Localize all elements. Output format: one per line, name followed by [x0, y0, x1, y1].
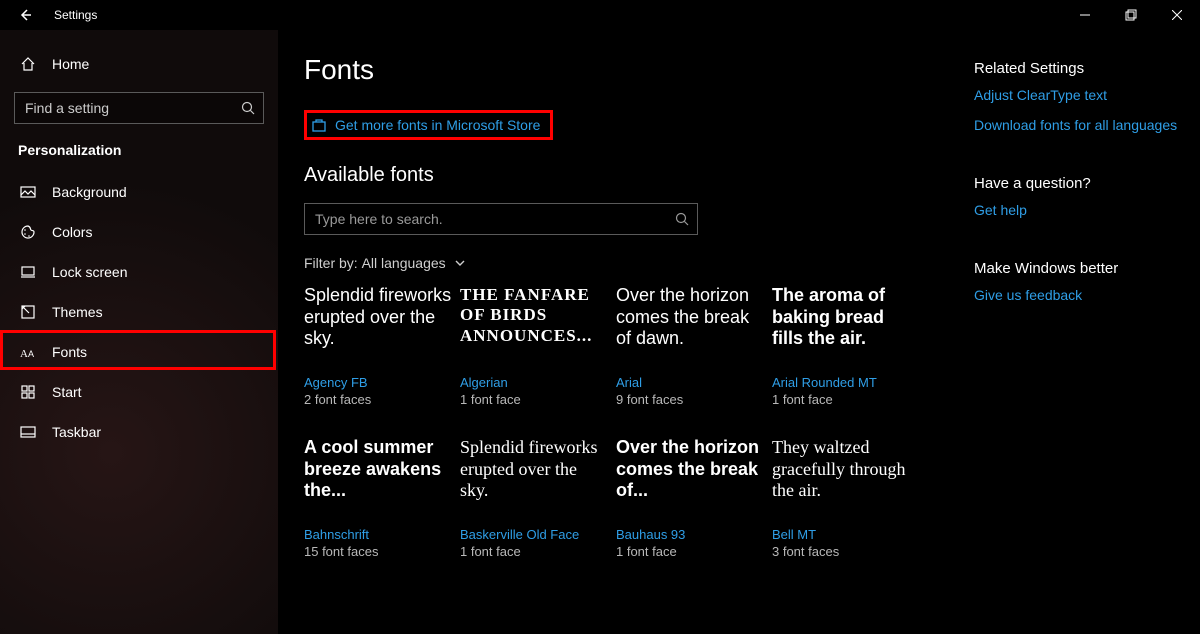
- font-faces-label: 9 font faces: [616, 392, 764, 407]
- font-faces-label: 1 font face: [772, 392, 920, 407]
- font-name-link[interactable]: Bell MT: [772, 527, 920, 542]
- font-faces-label: 1 font face: [460, 392, 608, 407]
- window-maximize-button[interactable]: [1108, 0, 1154, 30]
- home-icon: [20, 56, 38, 72]
- sidebar-item-label: Colors: [52, 224, 92, 240]
- give-feedback-link[interactable]: Give us feedback: [974, 287, 1184, 303]
- sidebar-item-label: Taskbar: [52, 424, 101, 440]
- sidebar-search-input[interactable]: Find a setting: [14, 92, 264, 124]
- content-aside: Related Settings Adjust ClearType text D…: [974, 54, 1184, 634]
- sidebar-item-taskbar[interactable]: Taskbar: [14, 412, 264, 452]
- lockscreen-icon: [20, 264, 38, 280]
- font-preview: The aroma of baking bread fills the air.: [772, 285, 920, 371]
- adjust-cleartype-link[interactable]: Adjust ClearType text: [974, 87, 1184, 103]
- sidebar: Home Find a setting Personalization Back…: [0, 30, 278, 634]
- filter-value: All languages: [362, 255, 446, 271]
- sidebar-item-themes[interactable]: Themes: [14, 292, 264, 332]
- sidebar-section-label: Personalization: [14, 142, 264, 158]
- font-name-link[interactable]: Arial: [616, 375, 764, 390]
- font-search-placeholder: Type here to search.: [315, 211, 443, 227]
- download-fonts-link[interactable]: Download fonts for all languages: [974, 117, 1184, 133]
- font-faces-label: 1 font face: [616, 544, 764, 559]
- chevron-down-icon: [454, 257, 466, 269]
- font-faces-label: 1 font face: [460, 544, 608, 559]
- store-icon: [311, 117, 327, 133]
- svg-text:A: A: [28, 349, 34, 359]
- themes-icon: [20, 304, 38, 320]
- annotation-highlight: [0, 330, 276, 370]
- store-link-label: Get more fonts in Microsoft Store: [335, 117, 540, 133]
- fonts-icon: AA: [20, 344, 38, 360]
- font-faces-label: 3 font faces: [772, 544, 920, 559]
- font-preview: They waltzed gracefully through the air.: [772, 437, 920, 523]
- font-preview: Over the horizon comes the break of...: [616, 437, 764, 523]
- picture-icon: [20, 184, 38, 200]
- sidebar-item-label: Start: [52, 384, 82, 400]
- get-more-fonts-link[interactable]: Get more fonts in Microsoft Store: [307, 113, 550, 137]
- font-card[interactable]: They waltzed gracefully through the air.…: [772, 437, 920, 559]
- font-card[interactable]: The aroma of baking bread fills the air.…: [772, 285, 920, 407]
- font-card[interactable]: Over the horizon comes the break of... Ba…: [616, 437, 764, 559]
- font-card[interactable]: THE FANFARE OF BIRDS ANNOUNCES... Algeria…: [460, 285, 608, 407]
- font-card[interactable]: A cool summer breeze awakens the... Bahns…: [304, 437, 452, 559]
- taskbar-icon: [20, 424, 38, 440]
- question-heading: Have a question?: [974, 175, 1184, 192]
- sidebar-item-colors[interactable]: Colors: [14, 212, 264, 252]
- font-name-link[interactable]: Agency FB: [304, 375, 452, 390]
- font-grid: Splendid fireworks erupted over the sky.…: [304, 285, 944, 559]
- filter-label: Filter by:: [304, 255, 358, 271]
- sidebar-item-lockscreen[interactable]: Lock screen: [14, 252, 264, 292]
- sidebar-item-label: Lock screen: [52, 264, 127, 280]
- font-name-link[interactable]: Baskerville Old Face: [460, 527, 608, 542]
- annotation-highlight: Get more fonts in Microsoft Store: [304, 110, 553, 140]
- sidebar-item-label: Background: [52, 184, 127, 200]
- font-name-link[interactable]: Bahnschrift: [304, 527, 452, 542]
- available-fonts-heading: Available fonts: [304, 164, 944, 187]
- sidebar-home[interactable]: Home: [14, 44, 264, 84]
- window-close-button[interactable]: [1154, 0, 1200, 30]
- font-search-input[interactable]: Type here to search.: [304, 203, 698, 235]
- font-card[interactable]: Splendid fireworks erupted over the sky.…: [304, 285, 452, 407]
- font-preview: Over the horizon comes the break of dawn…: [616, 285, 764, 371]
- sidebar-home-label: Home: [52, 56, 89, 72]
- sidebar-item-label: Themes: [52, 304, 103, 320]
- content-main: Fonts Get more fonts in Microsoft Store …: [304, 54, 944, 634]
- sidebar-search-placeholder: Find a setting: [25, 100, 109, 116]
- font-name-link[interactable]: Algerian: [460, 375, 608, 390]
- sidebar-item-background[interactable]: Background: [14, 172, 264, 212]
- search-icon: [675, 212, 689, 226]
- font-card[interactable]: Over the horizon comes the break of dawn…: [616, 285, 764, 407]
- svg-text:A: A: [20, 348, 28, 360]
- sidebar-item-label: Fonts: [52, 344, 87, 360]
- page-title: Fonts: [304, 54, 944, 86]
- font-preview: Splendid fireworks erupted over the sky.: [304, 285, 452, 371]
- app-title: Settings: [54, 8, 97, 22]
- palette-icon: [20, 224, 38, 240]
- titlebar: Settings: [0, 0, 1200, 30]
- search-icon: [241, 101, 255, 115]
- font-name-link[interactable]: Arial Rounded MT: [772, 375, 920, 390]
- start-icon: [20, 384, 38, 400]
- font-faces-label: 2 font faces: [304, 392, 452, 407]
- sidebar-item-start[interactable]: Start: [14, 372, 264, 412]
- sidebar-item-fonts[interactable]: AA Fonts: [14, 332, 264, 372]
- related-settings-heading: Related Settings: [974, 60, 1184, 77]
- font-preview: THE FANFARE OF BIRDS ANNOUNCES...: [460, 285, 608, 371]
- font-faces-label: 15 font faces: [304, 544, 452, 559]
- get-help-link[interactable]: Get help: [974, 202, 1184, 218]
- font-card[interactable]: Splendid fireworks erupted over the sky.…: [460, 437, 608, 559]
- font-name-link[interactable]: Bauhaus 93: [616, 527, 764, 542]
- feedback-heading: Make Windows better: [974, 260, 1184, 277]
- window-minimize-button[interactable]: [1062, 0, 1108, 30]
- back-icon[interactable]: [18, 8, 32, 22]
- font-preview: Splendid fireworks erupted over the sky.: [460, 437, 608, 523]
- font-preview: A cool summer breeze awakens the...: [304, 437, 452, 523]
- filter-dropdown[interactable]: Filter by: All languages: [304, 255, 944, 271]
